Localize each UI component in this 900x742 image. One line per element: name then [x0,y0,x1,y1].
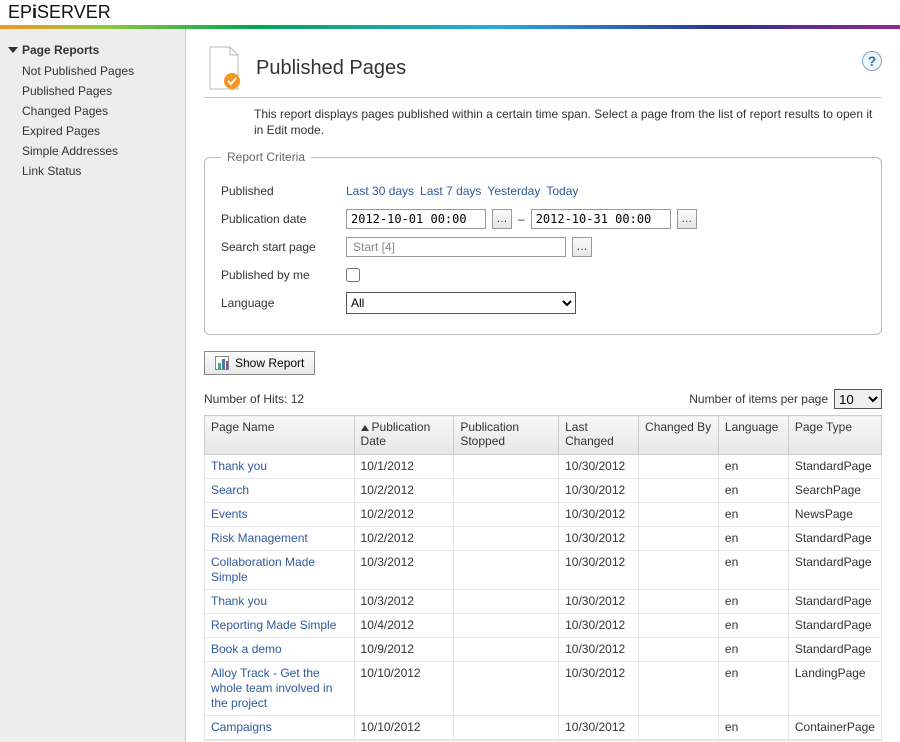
language-label: Language [221,296,346,310]
startpage-label: Search start page [221,240,346,254]
sidebar-group-header[interactable]: Page Reports [0,39,185,61]
page-link[interactable]: Campaigns [211,720,272,734]
sidebar-item-published-pages[interactable]: Published Pages [0,81,185,101]
help-icon[interactable]: ? [862,51,882,71]
table-row: Book a demo10/9/201210/30/2012enStandard… [205,637,882,661]
chevron-down-icon [8,47,18,53]
sidebar-item-link-status[interactable]: Link Status [0,161,185,181]
show-report-label: Show Report [235,356,304,370]
published-by-me-label: Published by me [221,268,346,282]
criteria-legend: Report Criteria [221,150,311,164]
table-row: Search10/2/201210/30/2012enSearchPage [205,478,882,502]
page-header-icon [204,45,244,91]
chart-icon [215,356,229,370]
date-from-input[interactable] [346,209,486,229]
page-link[interactable]: Events [211,507,248,521]
published-quicklinks: Last 30 days Last 7 days Yesterday Today [346,184,865,198]
table-row: Reporting Made Simple10/4/201210/30/2012… [205,613,882,637]
sidebar-item-not-published-pages[interactable]: Not Published Pages [0,61,185,81]
published-link-last-30-days[interactable]: Last 30 days [346,184,414,198]
publication-date-label: Publication date [221,212,346,226]
page-link[interactable]: Book a demo [211,642,282,656]
date-range-sep: – [518,212,525,226]
sidebar-item-expired-pages[interactable]: Expired Pages [0,121,185,141]
page-link[interactable]: Thank you [211,459,267,473]
page-link[interactable]: Thank you [211,594,267,608]
page-link[interactable]: Alloy Track - Get the whole team involve… [211,666,332,710]
report-criteria: Report Criteria Published Last 30 days L… [204,150,882,335]
published-link-yesterday[interactable]: Yesterday [487,184,540,198]
col-changed-by[interactable]: Changed By [639,416,719,455]
table-row: Risk Management10/2/201210/30/2012enStan… [205,526,882,550]
brand-bar: EPiSERVER [0,0,900,25]
items-per-page: Number of items per page 10 [689,389,882,409]
show-report-button[interactable]: Show Report [204,351,315,375]
date-to-picker-button[interactable]: … [677,209,697,229]
page-link[interactable]: Reporting Made Simple [211,618,336,632]
table-row: Collaboration Made Simple10/3/201210/30/… [205,550,882,589]
published-link-today[interactable]: Today [546,184,578,198]
page-header: Published Pages ? [204,45,882,98]
sort-asc-icon [361,425,369,431]
items-per-page-label: Number of items per page [689,392,828,406]
date-from-picker-button[interactable]: … [492,209,512,229]
items-per-page-select[interactable]: 10 [834,389,882,409]
table-row: Alloy Track - Get the whole team involve… [205,661,882,715]
col-last-changed[interactable]: Last Changed [559,416,639,455]
sidebar-item-simple-addresses[interactable]: Simple Addresses [0,141,185,161]
page-description: This report displays pages published wit… [254,106,882,138]
page-link[interactable]: Search [211,483,249,497]
col-publication-stopped[interactable]: Publication Stopped [454,416,559,455]
date-to-input[interactable] [531,209,671,229]
table-row: Events10/2/201210/30/2012enNewsPage [205,502,882,526]
table-row: Thank you10/3/201210/30/2012enStandardPa… [205,589,882,613]
col-publication-date[interactable]: Publication Date [354,416,454,455]
startpage-input[interactable] [346,237,566,257]
sidebar: Page Reports Not Published PagesPublishe… [0,29,186,742]
col-page-type[interactable]: Page Type [788,416,881,455]
published-link-last-7-days[interactable]: Last 7 days [420,184,481,198]
page-title: Published Pages [256,57,406,80]
brand-text: EPiSERVER [8,2,111,23]
language-select[interactable]: All [346,292,576,314]
results-table: Page NamePublication DatePublication Sto… [204,415,882,740]
startpage-picker-button[interactable]: … [572,237,592,257]
col-page-name[interactable]: Page Name [205,416,355,455]
page-link[interactable]: Risk Management [211,531,308,545]
published-label: Published [221,184,346,198]
col-language[interactable]: Language [718,416,788,455]
page-link[interactable]: Collaboration Made Simple [211,555,315,584]
sidebar-item-changed-pages[interactable]: Changed Pages [0,101,185,121]
table-row: Campaigns10/10/201210/30/2012enContainer… [205,715,882,739]
published-by-me-checkbox[interactable] [346,268,360,282]
hits: Number of Hits: 12 [204,392,304,406]
sidebar-group-label: Page Reports [22,43,99,57]
table-row: Thank you10/1/201210/30/2012enStandardPa… [205,454,882,478]
content: Published Pages ? This report displays p… [186,29,900,742]
